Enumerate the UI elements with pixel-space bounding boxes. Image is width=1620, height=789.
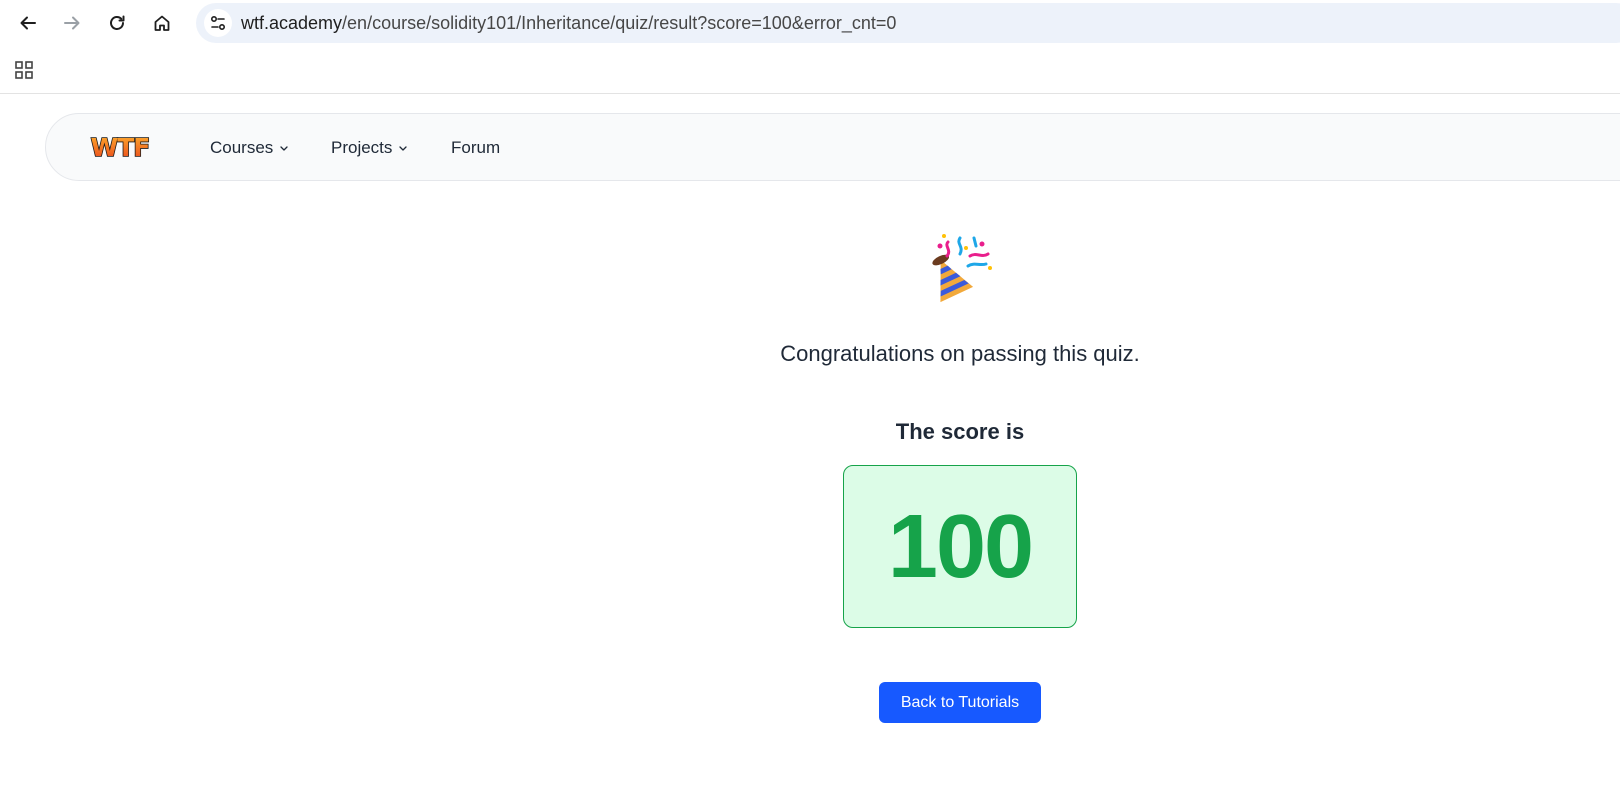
- url-text[interactable]: wtf.academy/en/course/solidity101/Inheri…: [241, 13, 896, 33]
- tune-icon: [210, 15, 226, 31]
- chevron-down-icon: [399, 146, 408, 151]
- congratulations-message: Congratulations on passing this quiz.: [780, 341, 1140, 366]
- nav-forum[interactable]: Forum: [451, 138, 500, 158]
- home-icon: [154, 15, 170, 31]
- wtf-logo-graphic: WTF: [90, 132, 151, 163]
- reload-icon: [110, 15, 125, 30]
- nav-projects-label: Projects: [331, 138, 393, 157]
- url-host: wtf.academy: [241, 13, 343, 33]
- bookmarks-bar: [0, 46, 1620, 94]
- nav-projects[interactable]: Projects: [331, 138, 408, 158]
- url-path: /en/course/solidity101/Inheritance/quiz/…: [342, 13, 897, 33]
- wtf-logo[interactable]: WTF: [84, 132, 156, 163]
- forward-button[interactable]: [56, 7, 88, 39]
- back-to-tutorials-button[interactable]: Back to Tutorials: [879, 682, 1041, 723]
- home-button[interactable]: [146, 7, 178, 39]
- arrow-left-icon: [20, 16, 36, 30]
- logo-text: WTF: [91, 134, 150, 160]
- chevron-down-icon: [280, 146, 288, 151]
- party-popper-icon: [920, 232, 996, 304]
- arrow-right-icon: [64, 16, 80, 30]
- site-info-button[interactable]: [204, 9, 232, 37]
- browser-toolbar: wtf.academy/en/course/solidity101/Inheri…: [0, 0, 1620, 46]
- back-button[interactable]: [12, 7, 44, 39]
- apps-grid-icon: [15, 61, 33, 79]
- nav-courses[interactable]: Courses: [210, 138, 289, 158]
- nav-courses-label: Courses: [210, 138, 274, 157]
- score-box: 100: [843, 465, 1077, 628]
- reload-button[interactable]: [101, 7, 133, 39]
- score-value: 100: [887, 496, 1034, 597]
- address-bar[interactable]: wtf.academy/en/course/solidity101/Inheri…: [196, 3, 1620, 43]
- nav-forum-label: Forum: [451, 138, 501, 157]
- score-label: The score is: [895, 419, 1025, 444]
- apps-button[interactable]: [12, 58, 36, 82]
- site-header: WTF Courses Projects Forum: [45, 113, 1620, 181]
